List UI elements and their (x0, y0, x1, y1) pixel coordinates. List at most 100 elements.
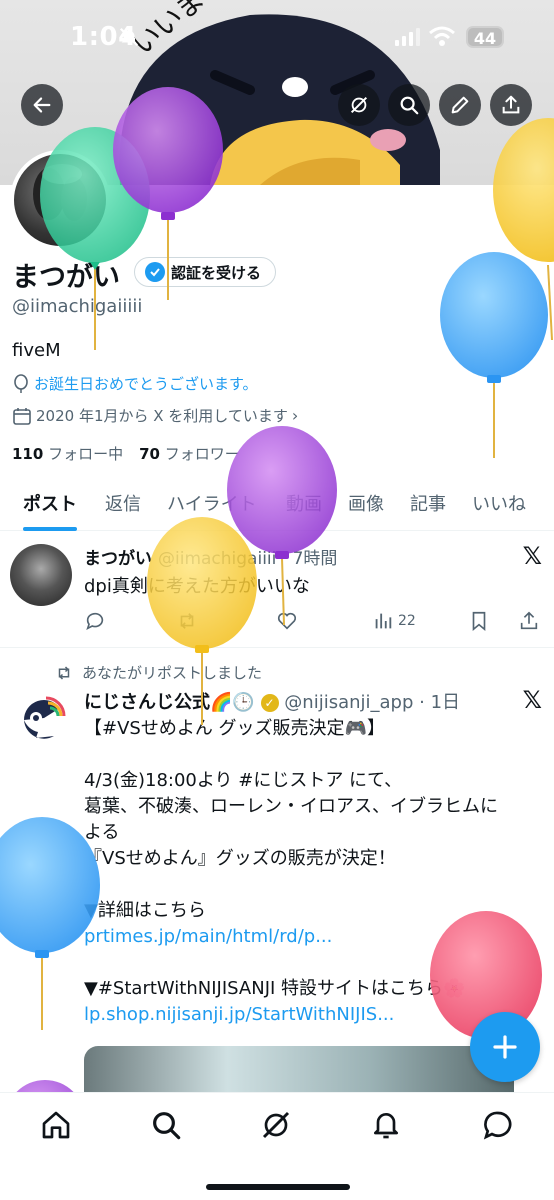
post-author-name: まつがい (84, 549, 152, 569)
repost-label: あなたがリポストしました (82, 664, 263, 682)
grok-icon (262, 1111, 290, 1139)
notifications-icon (374, 1113, 398, 1139)
explore-icon (153, 1112, 181, 1140)
views-icon (375, 613, 392, 629)
verified-badge-icon (145, 262, 165, 282)
post-author-avatar[interactable] (10, 544, 72, 606)
post-author-name: にじさんじ公式🌈🕒 (84, 692, 255, 713)
edit-button[interactable] (439, 84, 481, 126)
post-header: にじさんじ公式🌈🕒 ✓ @nijisanji_app · 1日 (84, 688, 460, 714)
tab-media[interactable]: 画像 (348, 478, 384, 531)
bookmark-icon (472, 611, 486, 632)
profile-name: まつがい (12, 262, 120, 293)
like-button[interactable] (276, 610, 298, 632)
birthday-row: お誕生日おめでとうございます。 (12, 373, 258, 394)
wifi-icon (429, 26, 455, 46)
share-icon (520, 611, 538, 630)
tab-articles[interactable]: 記事 (410, 478, 446, 531)
x-logo-icon: 𝕏 (522, 542, 542, 570)
followers-count: 70 (139, 445, 160, 463)
following-count: 110 (12, 445, 44, 463)
share-button[interactable] (490, 84, 532, 126)
x-logo-icon: 𝕏 (522, 686, 542, 714)
post-handle-time: @nijisanji_app · 1日 (284, 692, 461, 713)
home-icon (42, 1111, 70, 1139)
post-line: ▼詳細はこちら (84, 900, 206, 921)
verified-gold-icon: ✓ (260, 694, 279, 712)
post-text: dpi真剣に考えた方がいいな (84, 576, 310, 597)
post-line (84, 872, 524, 898)
profile-tabs: ポスト 返信 ハイライト 動画 画像 記事 いいね (0, 478, 554, 531)
repost-icon (58, 665, 70, 680)
grok-icon (350, 96, 368, 114)
nav-explore[interactable] (150, 1109, 182, 1141)
tab-videos[interactable]: 動画 (286, 478, 322, 531)
profile-handle: @iimachigaiiiii (12, 296, 143, 317)
compose-button[interactable] (470, 1012, 540, 1082)
tab-highlights[interactable]: ハイライト (167, 478, 257, 531)
nav-home[interactable] (40, 1109, 72, 1141)
back-button[interactable] (21, 84, 63, 126)
bottom-navigation (0, 1092, 554, 1200)
post-actions: 22 (84, 610, 544, 634)
nav-messages[interactable] (482, 1109, 514, 1141)
tab-posts[interactable]: ポスト (23, 478, 77, 531)
nijisanji-logo (24, 696, 66, 739)
battery-indicator: 44 (466, 26, 504, 48)
heart-icon (277, 612, 297, 630)
bookmark-button[interactable] (468, 610, 490, 632)
post-item[interactable]: あなたがリポストしました にじさんじ公式🌈🕒 ✓ @nijisanji_app … (0, 650, 554, 1106)
post-item[interactable]: まつがい @iimachigaiiii · 7時間 𝕏 dpi真剣に考えた方がいい… (0, 532, 554, 648)
search-icon (400, 96, 419, 115)
share-icon (502, 95, 520, 114)
home-indicator (206, 1184, 350, 1190)
status-bar: 1:04 44 (0, 0, 554, 80)
signal-icon (395, 28, 420, 46)
post-line: 【#VSせめよん グッズ販売決定🎮】 (84, 718, 385, 739)
repost-indicator: あなたがリポストしました (54, 662, 262, 683)
following-label: フォロー中 (48, 445, 124, 463)
joined-row[interactable]: 2020 年1月から X を利用しています › (12, 405, 298, 426)
profile-bio: fiveM (12, 340, 61, 361)
post-header: まつがい @iimachigaiiii · 7時間 (84, 544, 337, 569)
plus-icon (493, 1035, 517, 1059)
back-icon (33, 97, 51, 113)
reply-button[interactable] (84, 610, 106, 632)
nav-notifications[interactable] (370, 1109, 402, 1141)
chevron-right-icon: › (291, 406, 299, 425)
post-line: ▼#StartWithNIJISANJI 特設サイトはこちら🌸 (84, 978, 466, 999)
post-line: 『VSせめよん』グッズの販売が決定！ (84, 848, 396, 869)
birthday-text[interactable]: お誕生日おめでとうございます。 (34, 373, 258, 394)
profile-avatar[interactable] (10, 150, 110, 250)
follow-stats: 110 フォロー中 70 フォロワー (12, 443, 240, 464)
nav-grok[interactable] (260, 1109, 292, 1141)
search-button[interactable] (388, 84, 430, 126)
messages-icon (483, 1111, 512, 1140)
grok-button[interactable] (338, 84, 380, 126)
post-link[interactable]: prtimes.jp/main/html/rd/p... (84, 924, 524, 950)
post-line (84, 742, 524, 768)
following-link[interactable]: 110 フォロー中 (12, 443, 123, 464)
post-line: 葛葉、不破湊、ローレン・イロアス、イブラヒムに (84, 796, 498, 817)
views-count: 22 (398, 613, 416, 629)
joined-text: 2020 年1月から X を利用しています (36, 407, 288, 425)
silent-icon (119, 27, 139, 47)
balloon-icon (14, 373, 28, 393)
tab-likes[interactable]: いいね (472, 478, 526, 531)
calendar-icon (13, 407, 31, 425)
post-handle-time: @iimachigaiiii · 7時間 (158, 549, 338, 569)
get-verified-label: 認証を受ける (171, 263, 262, 282)
followers-label: フォロワー (164, 445, 240, 463)
repost-icon (180, 613, 194, 629)
post-author-avatar[interactable] (18, 692, 68, 742)
post-link[interactable]: lp.shop.nijisanji.jp/StartWithNIJIS... (84, 1002, 524, 1028)
get-verified-button[interactable]: 認証を受ける (134, 257, 277, 287)
tab-replies[interactable]: 返信 (105, 478, 141, 531)
reply-icon (86, 612, 104, 630)
edit-icon (451, 96, 469, 114)
followers-link[interactable]: 70 フォロワー (139, 443, 240, 464)
repost-button[interactable] (176, 610, 198, 632)
post-line: 4/3(金)18:00より #にじストア にて、 (84, 770, 403, 791)
post-share-button[interactable] (518, 610, 540, 632)
views-button[interactable]: 22 (372, 610, 416, 632)
